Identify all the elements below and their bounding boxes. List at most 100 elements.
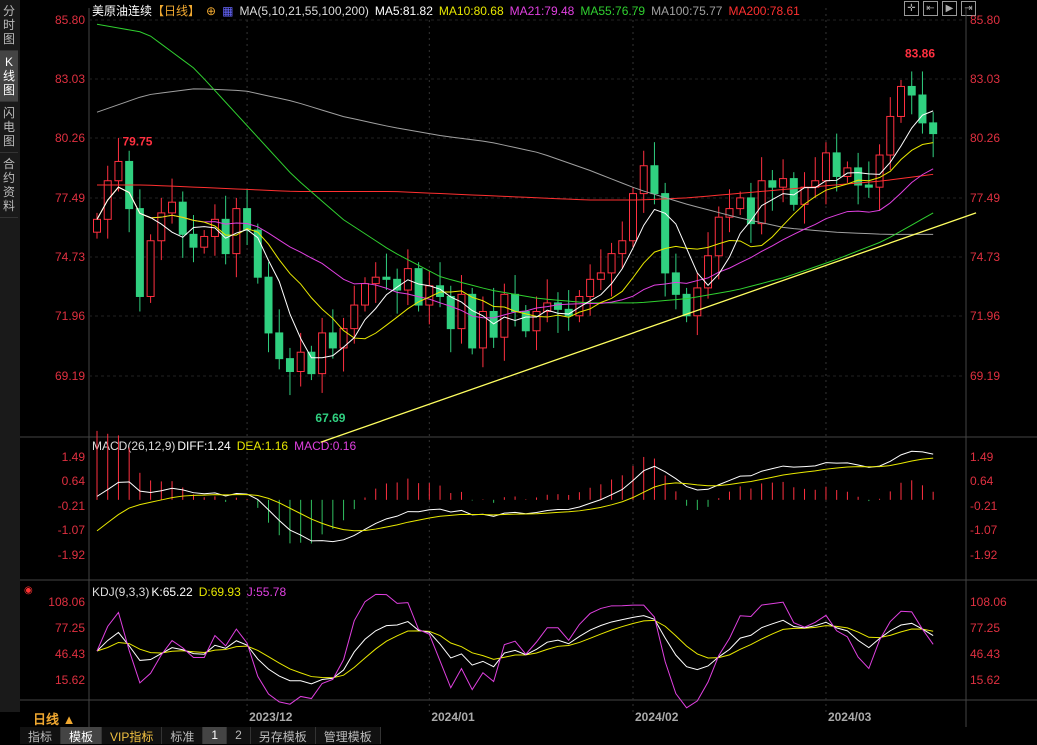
candle-body: [832, 152, 841, 177]
price-tick-right: 74.73: [970, 250, 1000, 264]
chart-area[interactable]: 85.80 85.80 83.03 83.03 80.26 80.26 77.49 77.49…: [0, 0, 1037, 727]
candle-body: [682, 293, 691, 317]
candle-body: [607, 253, 616, 274]
candle-body: [650, 165, 659, 195]
price-tick-left: 83.03: [55, 72, 85, 86]
candle-body: [275, 332, 284, 360]
candle-body: [768, 180, 777, 188]
candle-body: [757, 180, 766, 225]
kdj-tick-right: 46.43: [970, 647, 1000, 661]
kdj-tick-left: 108.06: [48, 595, 85, 609]
kdj-tick-right: 15.62: [970, 673, 1000, 687]
macd-tick-left: 0.64: [62, 474, 86, 488]
candle-body: [296, 351, 305, 372]
candle-body: [897, 85, 905, 117]
candle-body: [618, 240, 627, 255]
candle-body: [168, 201, 177, 214]
price-tick-right: 83.03: [970, 72, 1000, 86]
macd-tick-left: -1.07: [58, 523, 86, 537]
candle-body: [114, 160, 123, 182]
macd-tick-right: -0.21: [970, 499, 998, 513]
bottom-tab-6[interactable]: 另存模板: [251, 727, 316, 744]
candle-body: [511, 293, 520, 312]
trend-line: [320, 212, 977, 443]
date-label: 2024/02: [635, 710, 679, 724]
price-tick-left: 80.26: [55, 131, 85, 145]
candle-body: [661, 193, 670, 274]
candle-body: [468, 293, 477, 349]
candle-body: [414, 268, 423, 306]
macd-tick-right: 1.49: [970, 450, 994, 464]
candle-body: [929, 122, 938, 135]
candle-body: [821, 152, 830, 182]
macd-tick-left: -1.92: [58, 548, 86, 562]
kdj-tick-left: 77.25: [55, 621, 85, 635]
candle-body: [350, 304, 359, 330]
candle-body: [371, 276, 380, 285]
candle-body: [200, 235, 209, 248]
candle-body: [736, 197, 745, 210]
price-tick-left: 85.80: [55, 13, 85, 27]
candle-body: [553, 302, 562, 310]
macd-tick-right: -1.92: [970, 548, 998, 562]
candle-body: [361, 283, 369, 306]
price-tick-left: 77.49: [55, 191, 85, 205]
price-tick-right: 71.96: [970, 309, 1000, 323]
bottom-tab-0[interactable]: 指标: [20, 727, 62, 744]
kdj-d-line: [96, 619, 934, 679]
candle-body: [135, 208, 144, 297]
candle-body: [639, 165, 648, 195]
candle-body: [864, 184, 873, 188]
candle-body: [382, 276, 391, 280]
price-tick-left: 74.73: [55, 250, 85, 264]
candle-body: [886, 115, 895, 156]
macd-tick-left: -0.21: [58, 499, 86, 513]
price-annotation: 79.75: [122, 135, 152, 149]
candle-body: [328, 332, 337, 349]
ma55-line: [96, 23, 934, 304]
price-tick-right: 80.26: [970, 131, 1000, 145]
macd-dea-line: [96, 457, 934, 532]
bottom-tab-4[interactable]: 1: [203, 727, 228, 744]
bottom-tab-3[interactable]: 标准: [162, 727, 204, 744]
bottom-toolbar: 指标 模板 VIP指标 标准 1 2 另存模板 管理模板: [20, 727, 381, 744]
bottom-tab-7[interactable]: 管理模板: [316, 727, 381, 744]
macd-tick-right: -1.07: [970, 523, 998, 537]
candle-body: [189, 233, 198, 248]
date-label: 2023/12: [249, 710, 293, 724]
candle-body: [93, 218, 101, 233]
bottom-tab-1[interactable]: 模板: [61, 727, 103, 744]
date-label: 2024/03: [828, 710, 872, 724]
macd-tick-left: 1.49: [62, 450, 86, 464]
candle-body: [586, 278, 595, 297]
ma100-line: [96, 88, 934, 235]
candle-body: [285, 358, 294, 372]
candle-body: [779, 178, 788, 188]
kdj-tick-left: 15.62: [55, 673, 85, 687]
candle-body: [446, 295, 455, 330]
candle-body: [146, 240, 155, 297]
date-label: 2024/01: [431, 710, 475, 724]
candle-body: [907, 85, 916, 96]
candle-body: [671, 272, 680, 295]
candle-body: [596, 272, 605, 280]
candle-body: [318, 332, 327, 375]
price-annotation: 83.86: [905, 47, 935, 61]
bottom-tab-5[interactable]: 2: [227, 727, 251, 744]
price-tick-right: 77.49: [970, 191, 1000, 205]
kdj-j-line: [96, 593, 934, 709]
candle-body: [714, 216, 723, 257]
candle-body: [629, 193, 637, 242]
candle-body: [253, 229, 262, 278]
candle-body: [789, 178, 798, 205]
macd-tick-right: 0.64: [970, 474, 994, 488]
candle-body: [243, 208, 252, 231]
kdj-tick-left: 46.43: [55, 647, 85, 661]
candle-body: [232, 208, 241, 255]
kdj-tick-right: 108.06: [970, 595, 1007, 609]
candle-body: [264, 276, 273, 334]
price-tick-right: 85.80: [970, 13, 1000, 27]
price-tick-right: 69.19: [970, 369, 1000, 383]
bottom-tab-2[interactable]: VIP指标: [102, 727, 163, 744]
price-tick-left: 71.96: [55, 309, 85, 323]
